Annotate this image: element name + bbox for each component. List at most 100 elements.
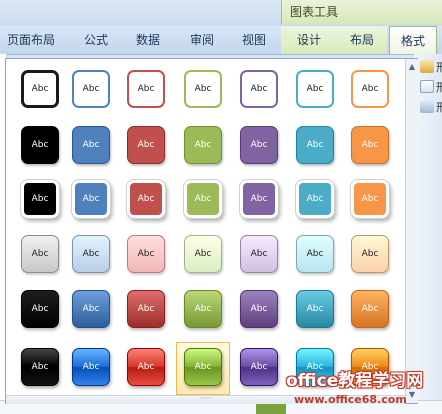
shape-style-tile[interactable]: Abc: [351, 290, 389, 328]
shape-style-label: Abc: [194, 304, 212, 314]
shape-style-label: Abc: [137, 140, 155, 150]
shape-fill-label[interactable]: 形: [436, 59, 442, 75]
shape-style-label: Abc: [82, 140, 100, 150]
shape-style-tile[interactable]: Abc: [351, 70, 389, 108]
shape-style-tile[interactable]: Abc: [240, 290, 278, 328]
shape-style-tile[interactable]: Abc: [184, 126, 222, 164]
shape-style-tile[interactable]: Abc: [239, 179, 279, 219]
tab-page-layout[interactable]: 页面布局: [0, 26, 62, 54]
tab-formulas[interactable]: 公式: [74, 26, 118, 54]
shape-style-tile[interactable]: Abc: [184, 348, 222, 386]
shape-style-label: Abc: [250, 304, 268, 314]
shape-style-tile[interactable]: Abc: [240, 235, 278, 273]
shape-outline-icon[interactable]: [420, 80, 434, 93]
shape-style-label: Abc: [306, 194, 324, 204]
scroll-up-icon[interactable]: ▲: [406, 61, 418, 73]
shape-style-label: Abc: [137, 249, 155, 259]
shape-style-tile[interactable]: Abc: [21, 126, 59, 164]
ribbon-tabs: 页面布局 公式 数据 审阅 视图 设计 布局 格式: [0, 26, 442, 55]
tab-layout[interactable]: 布局: [337, 26, 387, 54]
shape-style-label: Abc: [137, 304, 155, 314]
shape-style-tile[interactable]: Abc: [240, 348, 278, 386]
shape-style-tile[interactable]: Abc: [296, 235, 334, 273]
shape-style-tile[interactable]: Abc: [127, 348, 165, 386]
shape-style-tile[interactable]: Abc: [184, 70, 222, 108]
watermark-url: www.office68.com: [294, 393, 407, 406]
chart-tools-context-label: 图表工具: [281, 0, 442, 24]
shape-style-label: Abc: [306, 140, 324, 150]
shape-style-tile[interactable]: Abc: [296, 290, 334, 328]
shape-style-label: Abc: [137, 194, 155, 204]
shape-style-tile[interactable]: Abc: [72, 70, 110, 108]
shape-style-label: Abc: [361, 249, 379, 259]
shape-style-tile[interactable]: Abc: [127, 126, 165, 164]
shape-style-tile[interactable]: Abc: [184, 235, 222, 273]
shape-style-tile[interactable]: Abc: [20, 179, 60, 219]
shape-styles-grid: Abc Abc Abc Abc Abc Abc Abc Abc Abc Abc Abc Abc Abc A…: [6, 59, 406, 395]
shape-style-label: Abc: [31, 194, 49, 204]
shape-style-label: Abc: [137, 84, 155, 94]
shape-style-tile[interactable]: Abc: [72, 348, 110, 386]
shape-style-label: Abc: [306, 84, 324, 94]
shape-style-label: Abc: [82, 84, 100, 94]
shape-style-tile[interactable]: Abc: [127, 70, 165, 108]
shape-style-label: Abc: [361, 194, 379, 204]
shape-style-tile[interactable]: Abc: [295, 179, 335, 219]
shape-style-tile[interactable]: Abc: [21, 348, 59, 386]
shape-style-label: Abc: [137, 362, 155, 372]
shape-style-tile[interactable]: Abc: [240, 70, 278, 108]
shape-style-label: Abc: [31, 84, 49, 94]
shape-style-label: Abc: [194, 362, 212, 372]
shape-style-label: Abc: [361, 304, 379, 314]
shape-effects-label[interactable]: 形: [436, 99, 442, 115]
shape-style-tile[interactable]: Abc: [71, 179, 111, 219]
shape-style-label: Abc: [31, 304, 49, 314]
shape-style-label: Abc: [250, 84, 268, 94]
ribbon-format-group: 形 形 形: [414, 54, 442, 413]
shape-style-tile[interactable]: Abc: [21, 290, 59, 328]
shape-style-label: Abc: [306, 249, 324, 259]
shape-style-label: Abc: [194, 249, 212, 259]
tab-view[interactable]: 视图: [232, 26, 276, 54]
shape-style-tile[interactable]: Abc: [351, 235, 389, 273]
shape-style-tile[interactable]: Abc: [240, 126, 278, 164]
tab-design[interactable]: 设计: [281, 26, 337, 54]
shape-style-tile[interactable]: Abc: [183, 179, 223, 219]
shape-style-label: Abc: [361, 140, 379, 150]
shape-effects-icon[interactable]: [420, 100, 434, 113]
shape-style-label: Abc: [194, 194, 212, 204]
tab-review[interactable]: 审阅: [180, 26, 224, 54]
shape-style-tile[interactable]: Abc: [127, 290, 165, 328]
shape-style-label: Abc: [31, 249, 49, 259]
shape-style-tile[interactable]: Abc: [72, 235, 110, 273]
shape-style-tile[interactable]: Abc: [21, 70, 59, 108]
shape-style-tile[interactable]: Abc: [350, 179, 390, 219]
watermark: office教程学习网 www.office68.com: [286, 366, 426, 406]
shape-style-tile[interactable]: Abc: [127, 235, 165, 273]
shape-style-tile[interactable]: Abc: [126, 179, 166, 219]
shape-style-label: Abc: [250, 194, 268, 204]
shape-style-tile[interactable]: Abc: [21, 235, 59, 273]
shape-style-tile[interactable]: Abc: [351, 126, 389, 164]
gallery-scrollbar[interactable]: ▲ ▼: [405, 59, 418, 403]
shape-style-tile[interactable]: Abc: [296, 70, 334, 108]
shape-style-tile[interactable]: Abc: [72, 126, 110, 164]
shape-style-label: Abc: [250, 140, 268, 150]
shape-style-label: Abc: [250, 249, 268, 259]
shape-style-label: Abc: [82, 362, 100, 372]
tab-format[interactable]: 格式: [389, 26, 437, 54]
shape-styles-gallery: Abc Abc Abc Abc Abc Abc Abc Abc Abc Abc Abc Abc Abc A…: [5, 58, 418, 404]
shape-style-label: Abc: [82, 194, 100, 204]
shape-style-tile[interactable]: Abc: [72, 290, 110, 328]
shape-outline-label[interactable]: 形: [436, 79, 442, 95]
tab-data[interactable]: 数据: [126, 26, 170, 54]
shape-style-label: Abc: [306, 304, 324, 314]
shape-style-label: Abc: [194, 140, 212, 150]
shape-style-tile[interactable]: Abc: [184, 290, 222, 328]
shape-style-label: Abc: [82, 304, 100, 314]
shape-style-label: Abc: [361, 84, 379, 94]
shape-style-label: Abc: [194, 84, 212, 94]
shape-fill-icon[interactable]: [420, 60, 434, 73]
shape-style-tile[interactable]: Abc: [296, 126, 334, 164]
shape-style-label: Abc: [250, 362, 268, 372]
